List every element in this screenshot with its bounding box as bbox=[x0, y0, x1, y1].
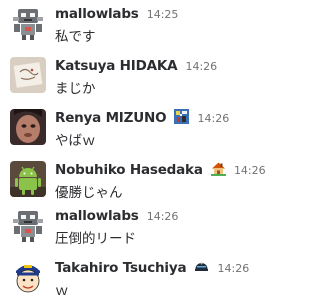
house-icon bbox=[210, 161, 226, 176]
timestamp[interactable]: 14:26 bbox=[185, 60, 217, 73]
timestamp[interactable]: 14:26 bbox=[198, 112, 230, 125]
timestamp[interactable]: 14:25 bbox=[147, 8, 179, 21]
cartoon-face-avatar[interactable] bbox=[10, 259, 46, 295]
message-item: mallowlabs 14:26 圧倒的リード bbox=[0, 202, 287, 252]
timestamp[interactable]: 14:26 bbox=[147, 210, 179, 223]
author-name[interactable]: Takahiro Tsuchiya bbox=[55, 260, 187, 276]
message-feed: mallowlabs 14:25 私です Katsuya HIDAKA 14:2… bbox=[0, 0, 287, 301]
author-name[interactable]: Renya MIZUNO bbox=[55, 110, 167, 126]
message-item: Takahiro Tsuchiya 14:26 ｗ bbox=[0, 254, 287, 304]
sketch-avatar[interactable] bbox=[10, 57, 46, 93]
timestamp[interactable]: 14:26 bbox=[234, 164, 266, 177]
message-text: やばｗ bbox=[55, 133, 96, 149]
robot-avatar[interactable] bbox=[10, 207, 46, 243]
message-item: mallowlabs 14:25 私です bbox=[0, 0, 287, 50]
author-name[interactable]: mallowlabs bbox=[55, 6, 139, 22]
message-text: ｗ bbox=[55, 283, 69, 299]
timestamp[interactable]: 14:26 bbox=[218, 262, 250, 275]
message-text: 私です bbox=[55, 29, 96, 45]
author-name[interactable]: Nobuhiko Hasedaka bbox=[55, 162, 203, 178]
helmet-icon bbox=[194, 259, 209, 274]
message-item: Nobuhiko Hasedaka 14:26 優勝じゃん bbox=[0, 156, 287, 206]
pixel-art-icon bbox=[174, 109, 190, 124]
message-item: Katsuya HIDAKA 14:26 まじか bbox=[0, 52, 287, 102]
author-name[interactable]: Katsuya HIDAKA bbox=[55, 58, 178, 74]
message-item: Renya MIZUNO 14:26 やばｗ bbox=[0, 104, 287, 154]
author-name[interactable]: mallowlabs bbox=[55, 208, 139, 224]
message-text: まじか bbox=[55, 81, 96, 97]
message-text: 圧倒的リード bbox=[55, 231, 136, 247]
photo-avatar[interactable] bbox=[10, 109, 46, 145]
robot-avatar[interactable] bbox=[10, 5, 46, 41]
message-text: 優勝じゃん bbox=[55, 185, 123, 201]
android-avatar[interactable] bbox=[10, 161, 46, 197]
